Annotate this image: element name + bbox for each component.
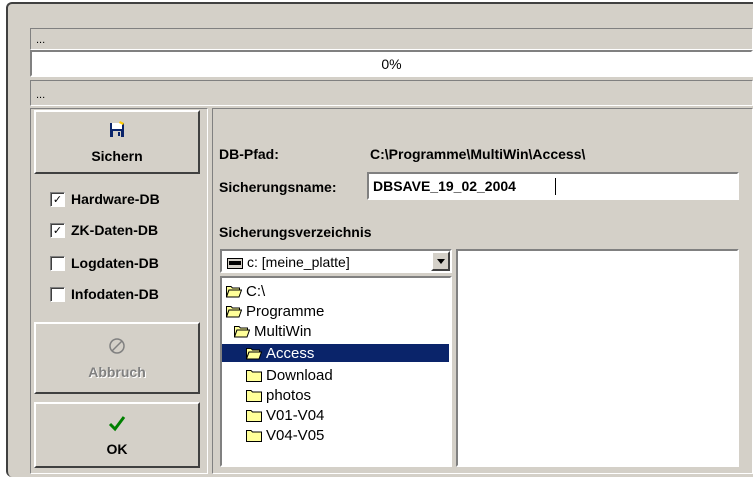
- cancel-icon: [108, 337, 126, 360]
- dropdown-arrow-button[interactable]: [431, 251, 450, 271]
- ok-button[interactable]: OK: [34, 402, 200, 468]
- tree-item-label: Programme: [246, 302, 325, 320]
- text-cursor: [555, 178, 556, 195]
- backup-name-value: DBSAVE_19_02_2004: [373, 178, 516, 194]
- chevron-down-icon: [436, 258, 445, 264]
- hard-drive-icon: [227, 256, 243, 274]
- checkbox-zk-daten-db[interactable]: ✓ ZK-Daten-DB: [50, 222, 158, 238]
- tree-item-label: C:\: [246, 282, 266, 300]
- checkbox-label: Infodaten-DB: [71, 286, 159, 302]
- drive-select[interactable]: c: [meine_platte]: [220, 249, 452, 273]
- open-folder-icon: [226, 306, 242, 318]
- checkbox-box[interactable]: [50, 286, 65, 302]
- backup-dir-label: Sicherungsverzeichnis: [219, 224, 372, 240]
- open-folder-icon: [246, 348, 262, 360]
- tree-item-label: V01-V04: [266, 406, 325, 424]
- tree-item-multiwin[interactable]: MultiWin: [234, 322, 312, 340]
- open-folder-icon: [226, 286, 242, 298]
- folder-icon: [246, 430, 262, 442]
- tree-item-label: MultiWin: [254, 322, 312, 340]
- tree-item-download[interactable]: Download: [246, 366, 333, 384]
- folder-icon: [246, 370, 262, 382]
- cancel-label: Abbruch: [88, 363, 146, 380]
- drive-select-value: c: [meine_platte]: [247, 254, 350, 270]
- progress-text: 0%: [381, 56, 402, 72]
- tree-item-label: photos: [266, 386, 312, 404]
- folder-icon: [246, 390, 262, 402]
- checkbox-box[interactable]: [50, 255, 65, 271]
- save-label: Sichern: [91, 147, 143, 164]
- status-bottom-text: ...: [36, 89, 46, 101]
- folder-tree[interactable]: C:\ Programme MultiWin Access Download p…: [220, 276, 452, 467]
- progress-bar: 0%: [30, 50, 753, 77]
- tree-item-v01-v04[interactable]: V01-V04: [246, 406, 324, 424]
- backup-name-input[interactable]: DBSAVE_19_02_2004: [367, 172, 739, 200]
- floppy-disk-icon: [108, 120, 126, 144]
- tree-item-access[interactable]: Access: [222, 344, 449, 362]
- checkbox-box[interactable]: ✓: [50, 222, 65, 238]
- checkmark-icon: [108, 414, 126, 437]
- checkbox-label: Hardware-DB: [71, 191, 160, 207]
- db-path-value: C:\Programme\MultiWin\Access\: [370, 146, 586, 162]
- checkbox-label: ZK-Daten-DB: [71, 222, 159, 238]
- save-button[interactable]: Sichern: [34, 110, 200, 174]
- checkbox-box[interactable]: ✓: [50, 191, 65, 207]
- open-folder-icon: [234, 326, 250, 338]
- tree-item-label: V04-V05: [266, 426, 325, 444]
- status-bar-top: ...: [30, 28, 753, 50]
- tree-item-label: Access: [266, 344, 315, 362]
- cancel-button[interactable]: Abbruch: [34, 322, 200, 394]
- tree-item-v04-v05[interactable]: V04-V05: [246, 426, 324, 444]
- checkbox-hardware-db[interactable]: ✓ Hardware-DB: [50, 191, 160, 207]
- status-top-text: ...: [36, 34, 46, 46]
- ok-label: OK: [106, 440, 128, 457]
- tree-item-programme[interactable]: Programme: [226, 302, 324, 320]
- tree-item-label: Download: [266, 366, 333, 384]
- backup-name-label: Sicherungsname:: [219, 179, 337, 195]
- file-list[interactable]: [456, 249, 739, 467]
- checkbox-infodaten-db[interactable]: Infodaten-DB: [50, 286, 159, 302]
- checkbox-logdaten-db[interactable]: Logdaten-DB: [50, 255, 159, 271]
- status-bar-bottom: ...: [30, 80, 753, 106]
- db-path-label: DB-Pfad:: [219, 146, 279, 162]
- tree-item-photos[interactable]: photos: [246, 386, 311, 404]
- tree-item-c-root[interactable]: C:\: [226, 282, 265, 300]
- checkbox-label: Logdaten-DB: [71, 255, 159, 271]
- folder-icon: [246, 410, 262, 422]
